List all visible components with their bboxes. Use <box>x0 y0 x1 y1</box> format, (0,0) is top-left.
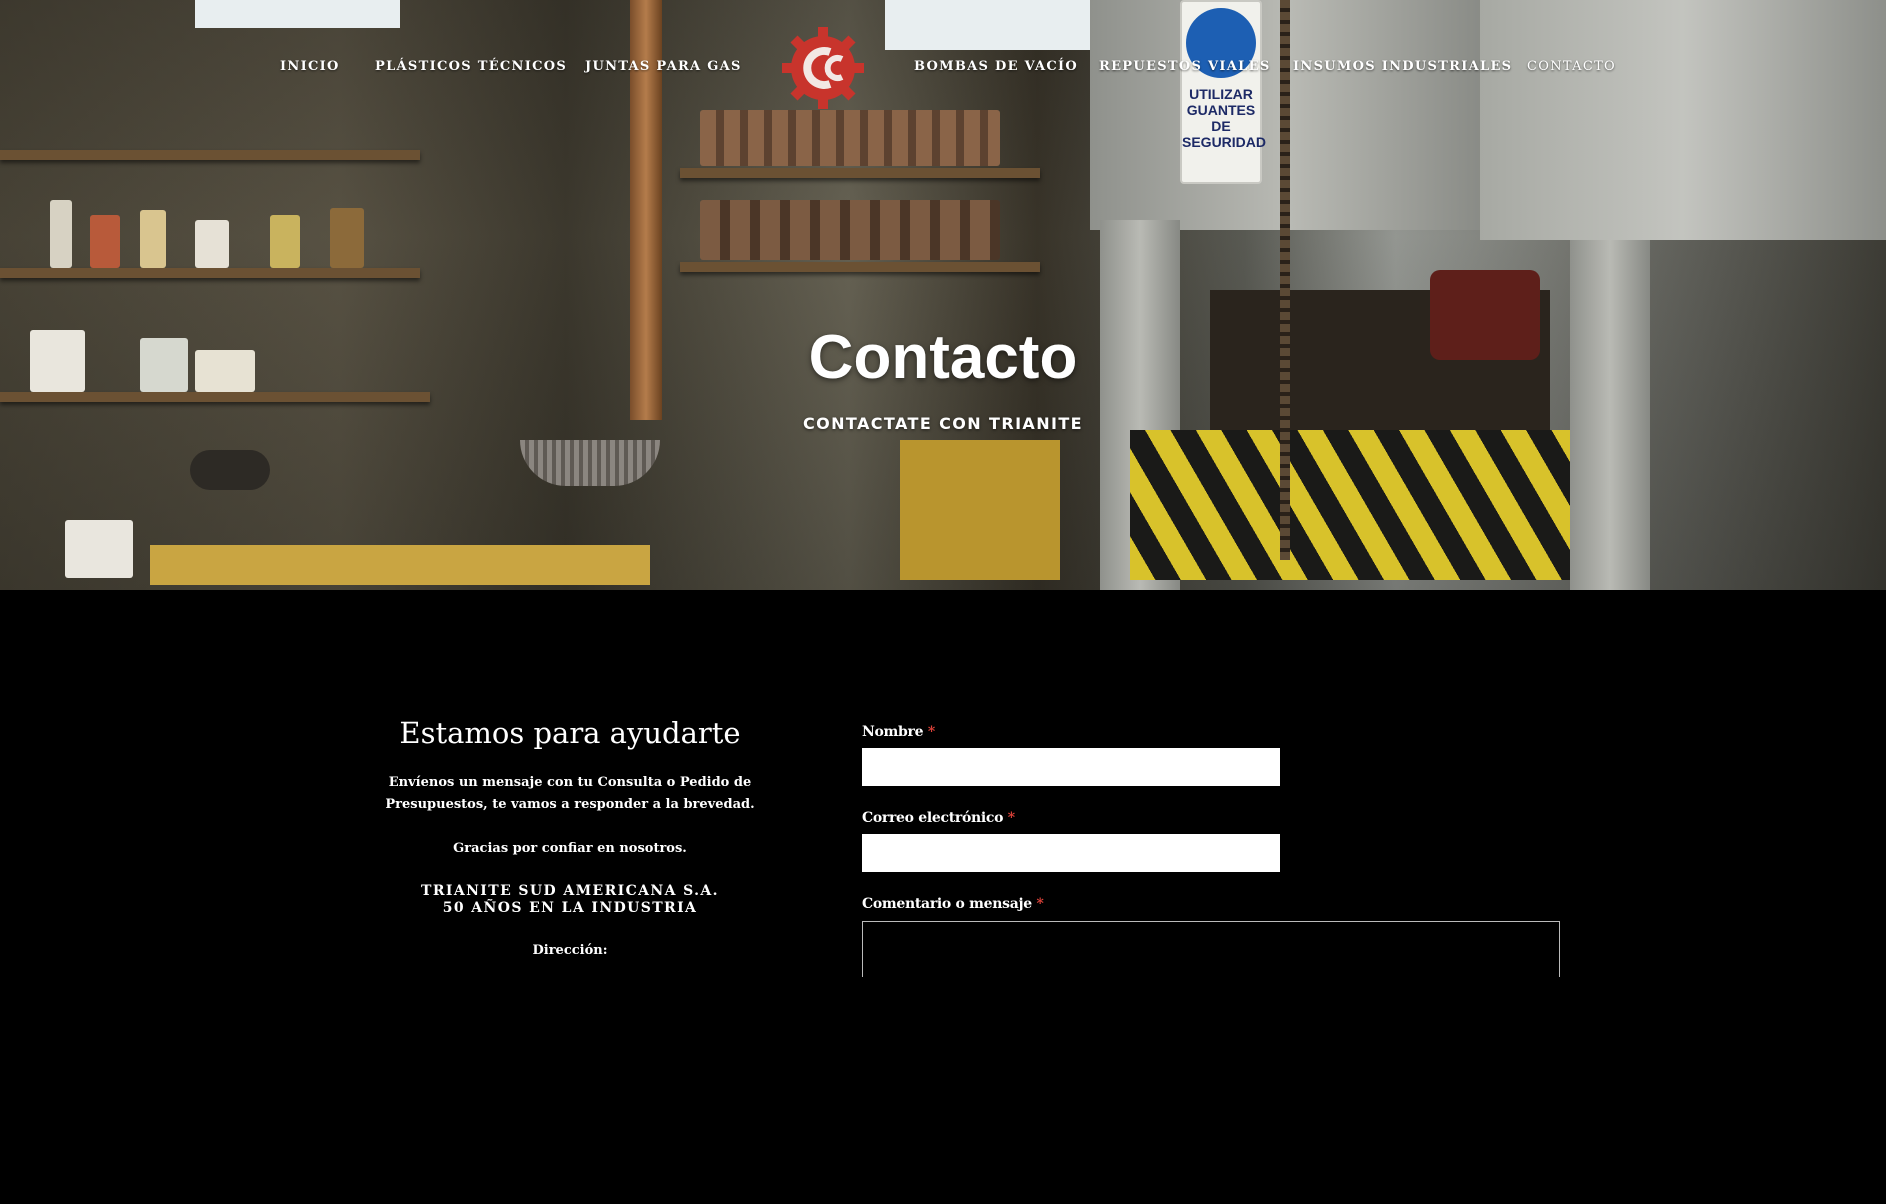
nav-item-inicio[interactable]: INICIO <box>280 59 340 74</box>
page-title: Contacto <box>808 323 1078 392</box>
company-tagline: 50 AÑOS EN LA INDUSTRIA <box>442 900 698 916</box>
hero-background: UTILIZAR GUANTES DE SEGURIDAD <box>0 0 1886 590</box>
nav-item-insumos-industriales[interactable]: INSUMOS INDUSTRIALES <box>1293 59 1512 74</box>
page-subtitle: CONTACTATE CON TRIANITE <box>802 414 1084 433</box>
company-name: TRIANITE SUD AMERICANA S.A. <box>421 883 719 899</box>
email-field[interactable] <box>862 834 1280 872</box>
name-label: Nombre * <box>862 724 935 740</box>
info-message: Envíenos un mensaje con tu Consulta o Pe… <box>385 775 755 812</box>
nav-item-contacto[interactable]: CONTACTO <box>1527 59 1616 74</box>
contact-info: Estamos para ayudarte Envíenos un mensaj… <box>340 716 800 958</box>
nav-item-plasticos-tecnicos[interactable]: PLÁSTICOS TÉCNICOS <box>375 59 567 74</box>
nav-item-bombas-de-vacio[interactable]: BOMBAS DE VACÍO <box>914 59 1078 74</box>
info-thanks: Gracias por confiar en nosotros. <box>453 841 687 856</box>
company-block: TRIANITE SUD AMERICANA S.A. 50 AÑOS EN L… <box>340 883 800 917</box>
email-label: Correo electrónico * <box>862 810 1015 826</box>
nav-item-repuestos-viales[interactable]: REPUESTOS VIALES <box>1099 59 1271 74</box>
info-heading: Estamos para ayudarte <box>399 716 741 750</box>
message-field[interactable] <box>862 921 1560 977</box>
message-label: Comentario o mensaje * <box>862 896 1044 912</box>
trianite-gear-logo[interactable] <box>780 25 866 111</box>
contact-form: Nombre * Correo electrónico * Comentario… <box>862 724 1560 977</box>
nav-item-juntas-para-gas[interactable]: JUNTAS PARA GAS <box>585 59 742 74</box>
address-label: Dirección: <box>532 943 608 958</box>
main-navigation: INICIO PLÁSTICOS TÉCNICOS JUNTAS PARA GA… <box>0 55 1886 79</box>
name-field[interactable] <box>862 748 1280 786</box>
